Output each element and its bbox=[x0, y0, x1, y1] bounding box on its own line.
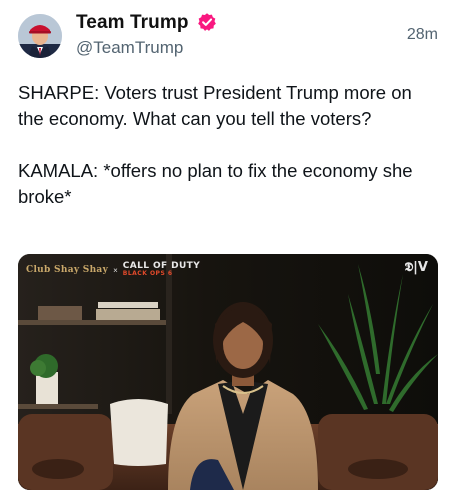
cod-logo-subtitle: BLACK OPS 6 bbox=[122, 270, 173, 277]
handle[interactable]: @TeamTrump bbox=[76, 38, 217, 58]
display-name[interactable]: Team Trump bbox=[76, 12, 189, 34]
video-overlay-logos: Club Shay Shay × CALL OF DUTY BLACK OPS … bbox=[26, 262, 200, 278]
video-frame bbox=[18, 254, 438, 490]
verified-badge-icon bbox=[197, 12, 217, 32]
tweet-text: SHARPE: Voters trust President Trump mor… bbox=[18, 80, 438, 210]
cod-logo-title: CALL OF DUTY bbox=[122, 261, 201, 271]
club-shay-shay-logo: Club Shay Shay bbox=[26, 265, 109, 275]
tweet-paragraph-1: SHARPE: Voters trust President Trump mor… bbox=[18, 82, 412, 129]
video-brand-watermark: 𝕯|V bbox=[404, 260, 428, 275]
timestamp[interactable]: 28m bbox=[407, 26, 438, 44]
collab-x: × bbox=[113, 265, 118, 275]
avatar-image bbox=[18, 14, 62, 58]
avatar[interactable] bbox=[18, 14, 62, 58]
video-player[interactable]: Club Shay Shay × CALL OF DUTY BLACK OPS … bbox=[18, 254, 438, 490]
cod-logo: CALL OF DUTY BLACK OPS 6 bbox=[123, 262, 200, 278]
author-names: Team Trump @TeamTrump bbox=[76, 12, 217, 58]
tweet-paragraph-2: KAMALA: *offers no plan to fix the econo… bbox=[18, 160, 413, 207]
tweet-header: Team Trump @TeamTrump 28m bbox=[18, 12, 438, 62]
